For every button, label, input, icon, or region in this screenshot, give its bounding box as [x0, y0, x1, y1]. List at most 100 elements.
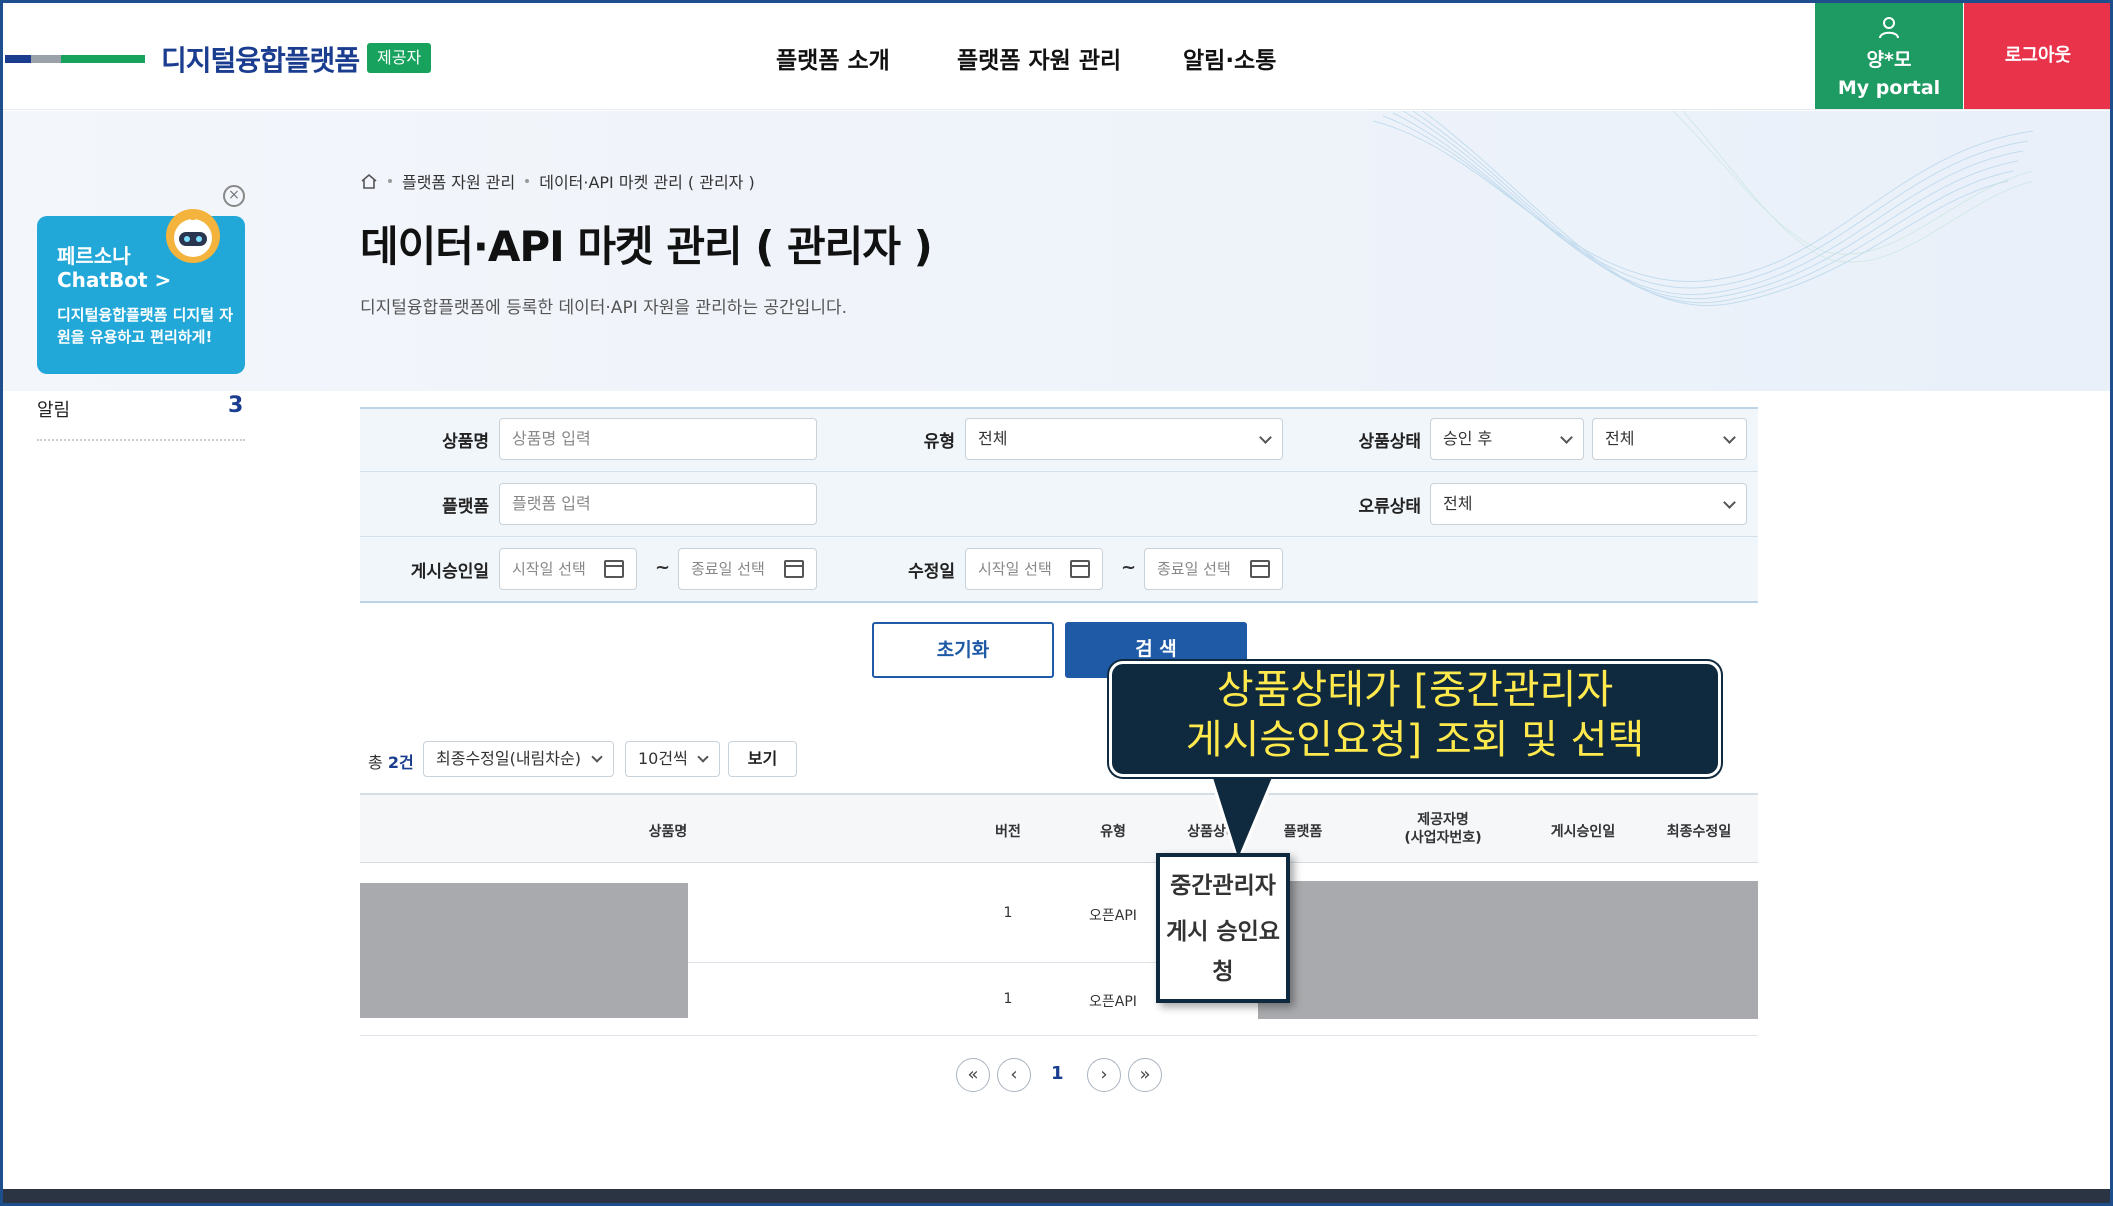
row1-version: 1 [1003, 905, 1013, 921]
th-type: 유형 [1100, 824, 1126, 840]
pagination-next[interactable]: › [1087, 1058, 1121, 1092]
approve-start-date[interactable]: 시작일 선택 [499, 548, 637, 590]
th-product-name: 상품명 [648, 824, 688, 840]
total-count-value: 2건 [387, 753, 414, 772]
th-provider-name: 제공자명 [1417, 812, 1469, 828]
callout-pointer [1206, 767, 1280, 867]
breadcrumb-separator [525, 179, 530, 183]
robot-icon [166, 209, 220, 263]
masked-product-names [360, 883, 688, 1018]
reset-button[interactable]: 초기화 [872, 622, 1054, 678]
product-name-input[interactable]: 상품명 입력 [499, 418, 817, 460]
page-size-select[interactable]: 10건씩 [625, 741, 720, 777]
status-select-2-value: 전체 [1605, 429, 1635, 448]
chevron-down-icon [1723, 496, 1736, 509]
status-select-1[interactable]: 승인 후 [1430, 418, 1584, 460]
alarm-divider [37, 439, 245, 441]
view-button[interactable]: 보기 [728, 741, 797, 777]
screen-frame: 디지털융합플랫폼 제공자 플랫폼 소개 플랫폼 자원 관리 알림·소통 양*모 … [0, 0, 2113, 1206]
logout-button[interactable]: 로그아웃 [1964, 3, 2110, 109]
status-highlight-line-3: 청 [1212, 959, 1234, 985]
error-status-value: 전체 [1443, 494, 1473, 513]
calendar-icon[interactable] [1250, 560, 1270, 578]
type-select[interactable]: 전체 [965, 418, 1283, 460]
calendar-icon[interactable] [604, 560, 624, 578]
chevron-down-icon [697, 751, 709, 763]
chatbot-title-1: 페르소나 [57, 244, 131, 268]
table-bottom-line [360, 1035, 1758, 1036]
row2-type: 오픈API [1089, 994, 1137, 1010]
th-version: 버전 [995, 824, 1021, 840]
nav-resource-management[interactable]: 플랫폼 자원 관리 [957, 41, 1121, 75]
th-modified-date: 최종수정일 [1666, 824, 1732, 840]
header: 디지털융합플랫폼 제공자 플랫폼 소개 플랫폼 자원 관리 알림·소통 양*모 … [3, 3, 2110, 110]
breadcrumb-separator [388, 179, 392, 183]
total-count: 총 2건 [368, 749, 414, 773]
chatbot-title-label: ChatBot [57, 268, 148, 292]
home-icon[interactable] [360, 173, 378, 189]
chevron-down-icon [591, 751, 603, 763]
pagination-first[interactable]: « [956, 1058, 990, 1092]
modify-end-placeholder: 종료일 선택 [1157, 560, 1231, 578]
page-title: 데이터·API 마켓 관리 ( 관리자 ) [360, 222, 933, 271]
decorative-wave [1373, 111, 2033, 307]
total-prefix: 총 [368, 753, 388, 772]
modify-start-placeholder: 시작일 선택 [978, 560, 1052, 578]
chevron-right-icon: > [154, 268, 172, 292]
approve-end-placeholder: 종료일 선택 [691, 560, 765, 578]
status-select-2[interactable]: 전체 [1592, 418, 1747, 460]
provider-badge: 제공자 [367, 43, 432, 73]
breadcrumb: 플랫폼 자원 관리 데이터·API 마켓 관리 ( 관리자 ) [360, 169, 755, 193]
pagination-prev[interactable]: ‹ [997, 1058, 1031, 1092]
approve-start-placeholder: 시작일 선택 [512, 560, 586, 578]
footer-bar [3, 1189, 2110, 1203]
logo-title[interactable]: 디지털융합플랫폼 [161, 39, 360, 79]
nav-platform-intro[interactable]: 플랫폼 소개 [776, 41, 890, 75]
chevron-down-icon [1560, 431, 1573, 444]
pagination-last[interactable]: » [1128, 1058, 1162, 1092]
modify-start-date[interactable]: 시작일 선택 [965, 548, 1103, 590]
chatbot-description: 디지털융합플랫폼 디지털 자원을 유용하고 편리하게! [57, 306, 234, 346]
page-description: 디지털융합플랫폼에 등록한 데이터·API 자원을 관리하는 공간입니다. [360, 298, 848, 318]
approve-end-date[interactable]: 종료일 선택 [678, 548, 817, 590]
search-row-divider [360, 536, 1758, 537]
approve-date-label: 게시승인일 [410, 562, 489, 582]
search-row-divider [360, 471, 1758, 472]
platform-label: 플랫폼 [442, 497, 489, 517]
my-portal-button[interactable]: 양*모 My portal [1815, 3, 1963, 109]
user-name: 양*모 [1866, 49, 1912, 71]
sort-select[interactable]: 최종수정일(내림차순) [423, 741, 614, 777]
row2-version: 1 [1003, 991, 1013, 1007]
calendar-icon[interactable] [784, 560, 804, 578]
alarm-count[interactable]: 3 [228, 393, 243, 418]
breadcrumb-item-resource[interactable]: 플랫폼 자원 관리 [402, 169, 515, 193]
error-status-label: 오류상태 [1358, 497, 1421, 517]
product-name-label: 상품명 [442, 432, 489, 452]
status-highlight-text[interactable]: 중간관리자 게시 승인요 청 [1156, 863, 1290, 989]
annotation-line-2: 게시승인요청] 조회 및 선택 [1185, 717, 1645, 763]
modify-end-date[interactable]: 종료일 선택 [1144, 548, 1283, 590]
status-select-1-value: 승인 후 [1443, 429, 1493, 448]
chatbot-title-2: ChatBot > [57, 268, 171, 292]
calendar-icon[interactable] [1070, 560, 1090, 578]
platform-input[interactable]: 플랫폼 입력 [499, 483, 817, 525]
row1-type: 오픈API [1089, 908, 1137, 924]
chatbot-close-icon[interactable]: × [223, 185, 245, 207]
status-highlight-line-1: 중간관리자 [1170, 873, 1276, 899]
alarm-label[interactable]: 알림 [37, 396, 70, 422]
user-icon [1879, 17, 1899, 39]
breadcrumb-item-current: 데이터·API 마켓 관리 ( 관리자 ) [539, 173, 755, 192]
type-label: 유형 [923, 432, 955, 452]
logo-mark [5, 55, 145, 63]
product-status-label: 상품상태 [1358, 432, 1421, 452]
type-select-value: 전체 [978, 429, 1008, 448]
sort-select-value: 최종수정일(내림차순) [436, 749, 581, 768]
date-range-tilde: ~ [1121, 557, 1137, 578]
pagination-current[interactable]: 1 [1051, 1063, 1064, 1084]
error-status-select[interactable]: 전체 [1430, 483, 1747, 525]
modify-date-label: 수정일 [908, 562, 955, 582]
th-approve-date: 게시승인일 [1550, 824, 1616, 840]
th-provider: 제공자명 (사업자번호) [1383, 811, 1503, 847]
my-portal-label: My portal [1837, 77, 1941, 99]
nav-notice-communication[interactable]: 알림·소통 [1183, 41, 1276, 75]
